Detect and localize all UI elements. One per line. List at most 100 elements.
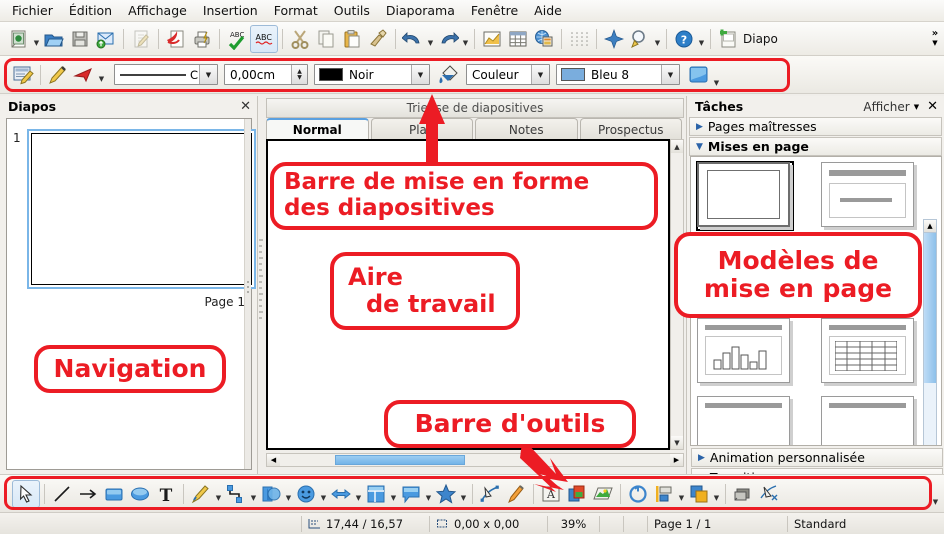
slide-properties-icon[interactable] (10, 62, 36, 88)
block-arrows-dropdown-arrow[interactable]: ▼ (354, 480, 363, 507)
cut-icon[interactable] (287, 26, 313, 52)
tab-prospectus[interactable]: Prospectus (579, 118, 682, 140)
layout-row3-right[interactable] (821, 396, 917, 445)
points-edit-icon[interactable] (477, 481, 503, 507)
basic-shapes-dropdown-arrow[interactable]: ▼ (284, 480, 293, 507)
zoom-dropdown-arrow[interactable]: ▼ (653, 25, 662, 52)
horizontal-scroll-thumb[interactable] (335, 455, 465, 465)
line-width-stepper[interactable]: ▲ ▼ (291, 65, 307, 84)
open-document-icon[interactable] (41, 26, 67, 52)
basic-shapes-icon[interactable] (258, 481, 284, 507)
arrange-icon[interactable] (686, 481, 712, 507)
stars-dropdown-arrow[interactable]: ▼ (459, 480, 468, 507)
symbol-shapes-icon[interactable] (293, 481, 319, 507)
line-style-dropdown-arrow[interactable]: ▼ (199, 65, 217, 84)
symbol-shapes-dropdown-arrow[interactable]: ▼ (319, 480, 328, 507)
slides-panel-scrollbar[interactable] (244, 119, 251, 469)
help-icon[interactable]: ? (671, 26, 697, 52)
layout-title-table[interactable] (821, 318, 917, 386)
fill-type-combo[interactable]: Couleur ▼ (466, 64, 550, 85)
layout-title-chart[interactable] (697, 318, 793, 386)
menu-item-aide[interactable]: Aide (526, 1, 570, 20)
insert-image-icon[interactable] (531, 26, 557, 52)
connector-icon[interactable] (223, 481, 249, 507)
spellcheck-abc-icon[interactable]: ABC (250, 24, 278, 53)
callouts-dropdown-arrow[interactable]: ▼ (424, 480, 433, 507)
save-document-icon[interactable] (67, 26, 93, 52)
layout-row3-left[interactable] (697, 396, 793, 445)
close-icon[interactable]: ✕ (240, 99, 251, 114)
standard-toolbar-overflow[interactable]: » ▼ (926, 23, 944, 55)
shadow-toggle-icon[interactable] (686, 62, 712, 88)
ellipse-icon[interactable] (127, 481, 153, 507)
zoom-icon[interactable] (627, 26, 653, 52)
fill-type-dropdown-arrow[interactable]: ▼ (531, 65, 549, 84)
spellcheck-auto-icon[interactable]: ABC (224, 26, 250, 52)
arrow-style-icon[interactable] (71, 62, 97, 88)
block-arrows-icon[interactable] (328, 481, 354, 507)
export-pdf-icon[interactable] (163, 26, 189, 52)
insert-table-icon[interactable] (505, 26, 531, 52)
callouts-icon[interactable] (398, 481, 424, 507)
slide-thumbnail-1[interactable] (27, 129, 256, 289)
tasks-section-pages-maitresses[interactable]: ▶ Pages maîtresses (689, 117, 942, 136)
curve-icon[interactable] (188, 481, 214, 507)
scroll-down-arrow-icon[interactable]: ▼ (671, 436, 683, 449)
slides-panel-body[interactable]: 1 Page 1 (6, 118, 256, 470)
menu-item-fichier[interactable]: Fichier (4, 1, 61, 20)
gallery-icon[interactable] (590, 481, 616, 507)
scroll-left-arrow-icon[interactable]: ◀ (267, 454, 280, 466)
arrange-dropdown-arrow[interactable]: ▼ (712, 480, 721, 507)
tasks-section-mises-en-page[interactable]: ▼ Mises en page (689, 137, 942, 156)
align-dropdown-arrow[interactable]: ▼ (677, 480, 686, 507)
flowchart-icon[interactable] (363, 481, 389, 507)
arrow-line-icon[interactable] (75, 481, 101, 507)
menu-item-outils[interactable]: Outils (326, 1, 378, 20)
tasks-show-dropdown-arrow[interactable]: ▼ (914, 103, 919, 111)
rectangle-icon[interactable] (101, 481, 127, 507)
fill-bucket-icon[interactable] (436, 62, 462, 88)
drawing-toolbar-more-arrow[interactable]: ▼ (931, 476, 940, 511)
pen-icon[interactable] (45, 62, 71, 88)
scroll-up-arrow-icon[interactable]: ▲ (924, 220, 936, 233)
edit-file-icon[interactable] (128, 26, 154, 52)
status-zoom[interactable]: 39% (548, 515, 600, 532)
scroll-right-arrow-icon[interactable]: ▶ (670, 454, 683, 466)
rotate-icon[interactable] (625, 481, 651, 507)
line-icon[interactable] (49, 481, 75, 507)
line-color-combo[interactable]: Noir ▼ (314, 64, 430, 85)
flowchart-dropdown-arrow[interactable]: ▼ (389, 480, 398, 507)
undo-icon[interactable] (400, 26, 426, 52)
menu-item-fenetre[interactable]: Fenêtre (463, 1, 526, 20)
line-color-dropdown-arrow[interactable]: ▼ (411, 65, 429, 84)
canvas-horizontal-scrollbar[interactable]: ◀ ▶ (266, 453, 684, 467)
formatting-toolbar-more-arrow[interactable]: ▼ (712, 57, 721, 92)
crop-icon[interactable] (756, 481, 782, 507)
slide-sorter-bar[interactable]: Trieuse de diapositives (266, 98, 684, 118)
tasks-section-animation[interactable]: ▶ Animation personnalisée (691, 448, 943, 467)
new-document-icon[interactable] (6, 26, 32, 52)
arrow-style-dropdown-arrow[interactable]: ▼ (97, 61, 106, 88)
select-arrow-icon[interactable] (12, 479, 40, 508)
fill-color-combo[interactable]: Bleu 8 ▼ (556, 64, 680, 85)
grid-icon[interactable] (566, 26, 592, 52)
paste-icon[interactable] (339, 26, 365, 52)
align-icon[interactable] (651, 481, 677, 507)
send-email-icon[interactable] (93, 26, 119, 52)
print-file-icon[interactable] (189, 26, 215, 52)
layouts-scrollbar[interactable]: ▲ ▼ (923, 219, 937, 445)
undo-dropdown-arrow[interactable]: ▼ (426, 25, 435, 52)
new-document-dropdown-arrow[interactable]: ▼ (32, 25, 41, 52)
tasks-show-button[interactable]: Afficher (863, 100, 909, 114)
connector-dropdown-arrow[interactable]: ▼ (249, 480, 258, 507)
menu-item-diaporama[interactable]: Diaporama (378, 1, 463, 20)
line-style-combo[interactable]: C ▼ (114, 64, 218, 85)
redo-dropdown-arrow[interactable]: ▼ (461, 25, 470, 52)
fill-color-dropdown-arrow[interactable]: ▼ (661, 65, 679, 84)
effects-icon[interactable] (601, 26, 627, 52)
new-slide-icon[interactable] (715, 26, 741, 52)
redo-icon[interactable] (435, 26, 461, 52)
curve-dropdown-arrow[interactable]: ▼ (214, 480, 223, 507)
layouts-scroll-thumb[interactable] (924, 233, 936, 383)
tab-notes[interactable]: Notes (475, 118, 578, 140)
